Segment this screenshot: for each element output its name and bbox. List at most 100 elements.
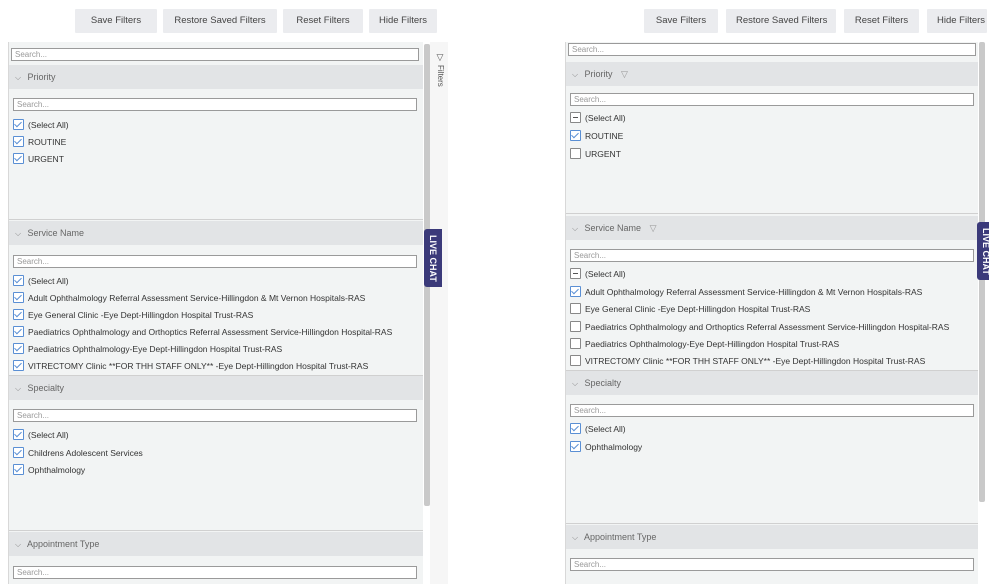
specialty-search-input[interactable]: Search... bbox=[570, 404, 974, 417]
filters-tab[interactable]: ▽ Filters bbox=[434, 52, 446, 102]
chevron-down-icon: ⌵ bbox=[572, 70, 579, 79]
section-header-specialty[interactable]: ⌵ Specialty bbox=[566, 371, 978, 395]
checkbox-icon[interactable] bbox=[570, 338, 581, 350]
checkbox-icon[interactable] bbox=[13, 309, 24, 321]
side-track bbox=[430, 42, 448, 584]
specialty-option[interactable]: Childrens Adolescent Services bbox=[13, 446, 143, 460]
priority-option-urgent[interactable]: URGENT bbox=[570, 147, 621, 161]
section-header-service-name[interactable]: ⌵ Service Name bbox=[9, 221, 423, 245]
divider bbox=[566, 213, 978, 214]
global-search-input[interactable]: Search... bbox=[11, 48, 419, 61]
hide-filters-button[interactable]: Hide Filters bbox=[369, 9, 437, 33]
checkbox-icon[interactable] bbox=[13, 464, 24, 476]
checkbox-icon[interactable] bbox=[13, 275, 24, 287]
checkbox-icon[interactable] bbox=[13, 447, 24, 459]
live-chat-button[interactable]: LIVE CHAT bbox=[424, 229, 442, 287]
specialty-option-select-all[interactable]: (Select All) bbox=[13, 428, 69, 442]
reset-filters-button[interactable]: Reset Filters bbox=[283, 9, 363, 33]
hide-filters-button[interactable]: Hide Filters bbox=[927, 9, 987, 33]
chevron-down-icon: ⌵ bbox=[15, 73, 22, 82]
appointment-search-input[interactable]: Search... bbox=[570, 558, 974, 571]
priority-option-urgent[interactable]: URGENT bbox=[13, 152, 64, 166]
service-option[interactable]: VITRECTOMY Clinic **FOR THH STAFF ONLY**… bbox=[13, 359, 368, 373]
service-option[interactable]: Paediatrics Ophthalmology-Eye Dept-Hilli… bbox=[570, 337, 839, 351]
checkbox-icon[interactable] bbox=[570, 321, 581, 333]
reset-filters-button[interactable]: Reset Filters bbox=[844, 9, 919, 33]
checkbox-icon[interactable] bbox=[570, 355, 581, 367]
checkbox-icon[interactable] bbox=[570, 268, 581, 280]
restore-saved-filters-button[interactable]: Restore Saved Filters bbox=[163, 9, 277, 33]
checkbox-icon[interactable] bbox=[13, 119, 24, 131]
section-title: Appointment Type bbox=[27, 539, 100, 549]
service-search-input[interactable]: Search... bbox=[570, 249, 974, 262]
section-header-priority[interactable]: ⌵ Priority ▽ bbox=[566, 62, 978, 86]
chevron-down-icon: ⌵ bbox=[572, 533, 579, 542]
section-header-appointment-type[interactable]: ⌵ Appointment Type bbox=[566, 525, 978, 549]
section-header-service-name[interactable]: ⌵ Service Name ▽ bbox=[566, 216, 978, 240]
specialty-option-select-all[interactable]: (Select All) bbox=[570, 422, 626, 436]
checkbox-icon[interactable] bbox=[13, 153, 24, 165]
checkbox-icon[interactable] bbox=[570, 148, 581, 160]
priority-search-input[interactable]: Search... bbox=[570, 93, 974, 106]
chevron-down-icon: ⌵ bbox=[572, 224, 579, 233]
checkbox-icon[interactable] bbox=[570, 286, 581, 298]
filter-toolbar: Save Filters Restore Saved Filters Reset… bbox=[644, 9, 987, 33]
service-option[interactable]: Eye General Clinic -Eye Dept-Hillingdon … bbox=[570, 302, 810, 316]
divider bbox=[9, 219, 423, 220]
appointment-search-input[interactable]: Search... bbox=[13, 566, 417, 579]
section-title: Specialty bbox=[27, 383, 65, 393]
service-search-input[interactable]: Search... bbox=[13, 255, 417, 268]
checkbox-icon[interactable] bbox=[570, 130, 581, 142]
specialty-search-input[interactable]: Search... bbox=[13, 409, 417, 422]
service-option[interactable]: Adult Ophthalmology Referral Assessment … bbox=[13, 291, 365, 305]
service-option-select-all[interactable]: (Select All) bbox=[570, 267, 626, 281]
filter-panel-right: Save Filters Restore Saved Filters Reset… bbox=[555, 0, 989, 584]
live-chat-button[interactable]: LIVE CHAT bbox=[977, 222, 989, 280]
section-title: Service Name bbox=[584, 223, 642, 233]
checkbox-icon[interactable] bbox=[13, 326, 24, 338]
service-option-select-all[interactable]: (Select All) bbox=[13, 274, 69, 288]
section-header-specialty[interactable]: ⌵ Specialty bbox=[9, 376, 423, 400]
filter-list: Search... ⌵ Priority ▽ Search... (Select… bbox=[565, 42, 978, 584]
section-title: Priority bbox=[584, 69, 613, 79]
priority-option-routine[interactable]: ROUTINE bbox=[13, 135, 66, 149]
priority-option-select-all[interactable]: (Select All) bbox=[570, 111, 626, 125]
filter-toolbar: Save Filters Restore Saved Filters Reset… bbox=[75, 9, 437, 33]
service-option[interactable]: VITRECTOMY Clinic **FOR THH STAFF ONLY**… bbox=[570, 354, 925, 368]
funnel-icon: ▽ bbox=[621, 69, 628, 79]
priority-option-select-all[interactable]: (Select All) bbox=[13, 118, 69, 132]
checkbox-icon[interactable] bbox=[13, 360, 24, 372]
checkbox-icon[interactable] bbox=[13, 343, 24, 355]
checkbox-icon[interactable] bbox=[570, 303, 581, 315]
checkbox-icon[interactable] bbox=[570, 441, 581, 453]
filter-panel-left: Save Filters Restore Saved Filters Reset… bbox=[0, 0, 450, 584]
chevron-down-icon: ⌵ bbox=[572, 379, 579, 388]
save-filters-button[interactable]: Save Filters bbox=[644, 9, 718, 33]
divider bbox=[9, 530, 423, 531]
specialty-option[interactable]: Ophthalmology bbox=[13, 463, 85, 477]
section-title: Service Name bbox=[27, 228, 85, 238]
priority-option-routine[interactable]: ROUTINE bbox=[570, 129, 623, 143]
checkbox-icon[interactable] bbox=[13, 136, 24, 148]
section-header-appointment-type[interactable]: ⌵ Appointment Type bbox=[9, 532, 423, 556]
section-header-priority[interactable]: ⌵ Priority bbox=[9, 65, 423, 89]
save-filters-button[interactable]: Save Filters bbox=[75, 9, 157, 33]
checkbox-icon[interactable] bbox=[570, 423, 581, 435]
service-option[interactable]: Paediatrics Ophthalmology-Eye Dept-Hilli… bbox=[13, 342, 282, 356]
priority-search-input[interactable]: Search... bbox=[13, 98, 417, 111]
global-search-input[interactable]: Search... bbox=[568, 43, 976, 56]
restore-saved-filters-button[interactable]: Restore Saved Filters bbox=[726, 9, 836, 33]
section-title: Specialty bbox=[584, 378, 622, 388]
chevron-down-icon: ⌵ bbox=[15, 540, 22, 549]
service-option[interactable]: Adult Ophthalmology Referral Assessment … bbox=[570, 285, 922, 299]
checkbox-icon[interactable] bbox=[13, 429, 24, 441]
specialty-option[interactable]: Ophthalmology bbox=[570, 440, 642, 454]
service-option[interactable]: Paediatrics Ophthalmology and Orthoptics… bbox=[570, 320, 949, 334]
service-option[interactable]: Paediatrics Ophthalmology and Orthoptics… bbox=[13, 325, 392, 339]
checkbox-icon[interactable] bbox=[13, 292, 24, 304]
filters-tab-label: Filters bbox=[436, 65, 445, 87]
service-option[interactable]: Eye General Clinic -Eye Dept-Hillingdon … bbox=[13, 308, 253, 322]
filter-list: Search... ⌵ Priority Search... (Select A… bbox=[8, 42, 423, 584]
section-title: Appointment Type bbox=[584, 532, 657, 542]
checkbox-icon[interactable] bbox=[570, 112, 581, 124]
